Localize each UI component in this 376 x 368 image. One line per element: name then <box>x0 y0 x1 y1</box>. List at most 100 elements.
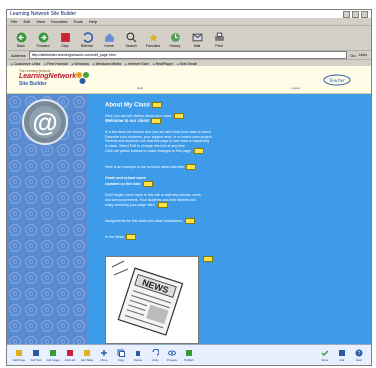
favorites-button[interactable]: Favorites <box>145 32 161 48</box>
welcome-line: Welcome to our class! <box>105 118 162 124</box>
move-button[interactable]: Move <box>98 349 110 362</box>
copy-label: Copy <box>117 358 125 362</box>
assignments-text: Assignments for this week and class news… <box>105 218 184 223</box>
refresh-label: Refresh <box>80 44 94 48</box>
menu-help[interactable]: Help <box>89 19 97 24</box>
copy-icon <box>117 349 125 357</box>
address-label: Address <box>11 52 26 58</box>
publish-button[interactable]: Publish <box>183 349 195 362</box>
delete-button[interactable]: Delete <box>132 349 144 362</box>
edit-image-button[interactable] <box>203 256 213 262</box>
address-input[interactable]: http://sitebuilder.learningnetwork.com/e… <box>28 51 348 59</box>
add-text-button[interactable]: Add Text <box>30 349 42 362</box>
undo-label: Undo <box>151 358 159 362</box>
menu-file[interactable]: File <box>11 19 17 24</box>
add-image-label: Add Image <box>46 358 60 362</box>
add-image-button[interactable]: Add Image <box>46 349 60 362</box>
edit-button[interactable] <box>142 181 153 187</box>
edit-button[interactable] <box>185 218 196 224</box>
brand-logo[interactable]: LearningNetwork <box>19 73 76 80</box>
paragraph-line: enjoy checking your page often. <box>105 203 156 208</box>
help-button[interactable]: ? Help <box>353 349 365 362</box>
builder-toolbar: Edit Page Add Text Add Image Add Link Ad… <box>7 344 371 365</box>
maximize-button[interactable] <box>352 10 359 18</box>
add-table-button[interactable]: Add Table <box>81 349 93 362</box>
minimize-button[interactable] <box>343 10 350 18</box>
updated-line: Updated on this date <box>105 181 153 187</box>
example-line: Here is an example of our school's lates… <box>105 164 197 170</box>
publish-label: Publish <box>184 358 194 362</box>
back-arrow-icon <box>16 32 26 43</box>
intro-paragraph: In a few lines tell visitors who you are… <box>105 130 345 155</box>
search-label: Search <box>125 44 137 48</box>
add-text-label: Add Text <box>30 358 42 362</box>
page-content: The Learning Network LearningNetwork Sit… <box>7 66 371 344</box>
menu-view[interactable]: View <box>36 19 45 24</box>
address-bar: Address http://sitebuilder.learningnetwo… <box>7 51 371 60</box>
mail-button[interactable]: Mail <box>189 32 205 48</box>
svg-text:@: @ <box>32 107 57 137</box>
edit-button[interactable] <box>152 102 163 108</box>
back-button[interactable]: Back <box>13 32 29 48</box>
edit-button[interactable] <box>174 113 185 119</box>
menu-bar: File Edit View Favorites Tools Help <box>7 18 371 26</box>
home-icon <box>104 33 114 42</box>
add-link-button[interactable]: Add Link <box>64 349 76 362</box>
edit-button[interactable] <box>157 202 168 209</box>
refresh-button[interactable]: Refresh <box>79 32 95 48</box>
text-icon <box>33 350 39 356</box>
publish-icon <box>186 350 192 356</box>
add-table-label: Add Table <box>80 358 94 362</box>
link-icon <box>67 350 73 356</box>
mail-icon <box>192 33 202 42</box>
done-label: Done <box>321 358 329 362</box>
news-image[interactable]: NEWS <box>105 256 199 344</box>
browser-toolbar: Back Forward Stop Refresh Home Search Fa… <box>7 26 371 51</box>
star-icon <box>148 33 158 42</box>
edit-button[interactable] <box>193 148 204 155</box>
menu-tools[interactable]: Tools <box>73 19 82 24</box>
exit-label: Exit <box>339 358 345 362</box>
updated-text: Updated on this date <box>105 181 141 186</box>
question-mark-icon: ? <box>355 349 363 357</box>
links-label[interactable]: Links <box>359 53 367 57</box>
edit-button[interactable] <box>151 118 162 124</box>
go-button[interactable]: Go <box>350 53 355 58</box>
forward-button[interactable]: Forward <box>35 32 51 48</box>
delete-label: Delete <box>133 358 143 362</box>
menu-edit[interactable]: Edit <box>23 19 30 24</box>
done-button[interactable]: Done <box>319 349 331 362</box>
page-title: About My Class <box>105 102 163 109</box>
favorites-label: Favorites <box>145 44 161 48</box>
window-title: Learning Network Site Builder <box>10 11 77 17</box>
move-label: Move <box>100 358 108 362</box>
exit-button[interactable]: Exit <box>336 349 348 362</box>
copy-button[interactable]: Copy <box>115 349 127 362</box>
edit-button[interactable] <box>125 234 136 240</box>
edit-page-button[interactable]: Edit Page <box>13 349 25 362</box>
logout-link[interactable]: Logout <box>291 86 300 90</box>
search-icon <box>126 32 136 43</box>
preview-button[interactable]: Preview <box>166 349 178 362</box>
add-link-label: Add Link <box>64 358 76 362</box>
home-button[interactable]: Home <box>101 32 117 48</box>
help-link[interactable]: Help <box>137 86 143 90</box>
history-icon <box>170 33 180 42</box>
puzzle-logo-icon <box>76 72 89 84</box>
move-icon <box>101 350 107 356</box>
stop-button[interactable]: Stop <box>57 32 73 48</box>
search-button[interactable]: Search <box>123 32 139 48</box>
menu-favorites[interactable]: Favorites <box>51 19 67 24</box>
home-label: Home <box>104 44 114 48</box>
history-button[interactable]: History <box>167 32 183 48</box>
forward-arrow-icon <box>38 32 48 43</box>
reminder-paragraph: Don't forget: come back to this site to … <box>105 193 345 209</box>
edit-button[interactable] <box>186 164 197 170</box>
undo-button[interactable]: Undo <box>149 349 161 362</box>
forward-label: Forward <box>36 44 50 48</box>
close-button[interactable] <box>361 10 368 18</box>
image-icon <box>50 350 56 356</box>
undo-icon <box>152 349 159 356</box>
print-button[interactable]: Print <box>211 32 227 48</box>
browser-window: Learning Network Site Builder File Edit … <box>6 9 372 366</box>
